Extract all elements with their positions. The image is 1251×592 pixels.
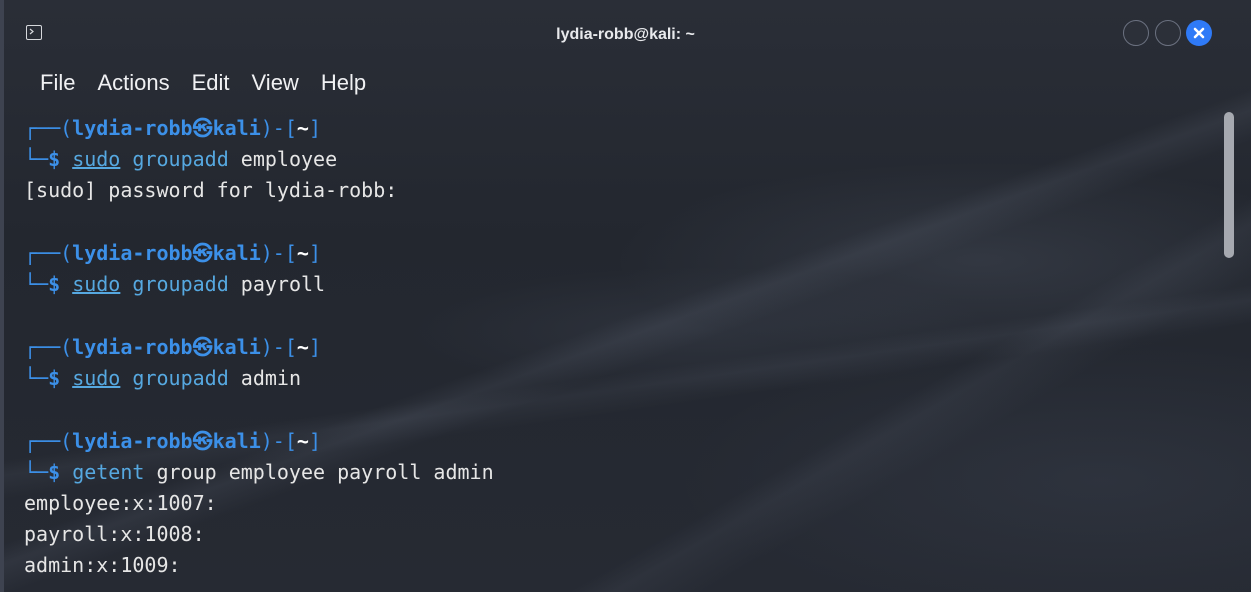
terminal-output[interactable]: ┌──(lydia-robb㉿kali)-[~] └─$ sudo groupad… (24, 113, 1204, 581)
prompt-frame: ] (308, 241, 321, 265)
prompt-line: ┌──(lydia-robb㉿kali)-[~] (24, 332, 1204, 363)
prompt-frame: ┌──( (24, 241, 73, 265)
command-args: admin (228, 366, 301, 390)
command-line: └─$ sudo groupadd employee (24, 144, 1204, 175)
prompt-at-symbol: ㉿ (192, 335, 213, 359)
prompt-host: kali (212, 116, 261, 140)
prompt-dollar: $ (48, 460, 61, 484)
prompt-directory: ~ (296, 335, 309, 359)
command-name: getent (72, 460, 145, 484)
prompt-frame: └─ (24, 272, 49, 296)
output-line: [sudo] password for lydia-robb: (24, 178, 398, 202)
prompt-line: ┌──(lydia-robb㉿kali)-[~] (24, 113, 1204, 144)
prompt-frame: └─ (24, 366, 49, 390)
prompt-frame: ] (308, 116, 321, 140)
maximize-button[interactable] (1155, 20, 1181, 46)
prompt-dollar: $ (48, 147, 61, 171)
terminal-window: lydia-robb@kali: ~ File Actions Edit Vie… (0, 0, 1251, 592)
prompt-frame: )-[ (260, 335, 297, 359)
prompt-frame: ┌──( (24, 429, 73, 453)
output-line: employee:x:1007: (24, 491, 217, 515)
prompt-host: kali (212, 335, 261, 359)
prompt-frame: )-[ (260, 241, 297, 265)
prompt-host: kali (212, 241, 261, 265)
prompt-frame: ┌──( (24, 335, 73, 359)
prompt-line: ┌──(lydia-robb㉿kali)-[~] (24, 426, 1204, 457)
menu-help[interactable]: Help (321, 68, 366, 98)
close-button[interactable] (1186, 20, 1212, 46)
prompt-frame: ] (308, 429, 321, 453)
prompt-directory: ~ (296, 241, 309, 265)
output-line: admin:x:1009: (24, 553, 181, 577)
output-line: payroll:x:1008: (24, 522, 205, 546)
command-sudo: sudo (72, 366, 121, 390)
menu-file[interactable]: File (40, 68, 75, 98)
prompt-directory: ~ (296, 429, 309, 453)
command-name: groupadd (132, 272, 229, 296)
prompt-frame: ┌──( (24, 116, 73, 140)
command-line: └─$ sudo groupadd payroll (24, 269, 1204, 300)
window-left-border (0, 0, 4, 592)
prompt-at-symbol: ㉿ (192, 429, 213, 453)
prompt-user: lydia-robb (72, 116, 193, 140)
command-sudo: sudo (72, 272, 121, 296)
command-name: groupadd (132, 147, 229, 171)
prompt-frame: )-[ (260, 116, 297, 140)
command-args: payroll (228, 272, 326, 296)
prompt-at-symbol: ㉿ (192, 241, 213, 265)
window-title: lydia-robb@kali: ~ (556, 26, 695, 43)
prompt-host: kali (212, 429, 261, 453)
menu-view[interactable]: View (252, 68, 299, 98)
prompt-frame: └─ (24, 460, 49, 484)
prompt-dollar: $ (48, 272, 61, 296)
prompt-frame: ] (308, 335, 321, 359)
prompt-user: lydia-robb (72, 429, 193, 453)
prompt-at-symbol: ㉿ (192, 116, 213, 140)
command-name: groupadd (132, 366, 229, 390)
command-sudo: sudo (72, 147, 121, 171)
scrollbar-thumb[interactable] (1224, 112, 1234, 258)
title-bar[interactable]: lydia-robb@kali: ~ (0, 0, 1251, 64)
command-args: group employee payroll admin (144, 460, 494, 484)
prompt-line: ┌──(lydia-robb㉿kali)-[~] (24, 238, 1204, 269)
menu-edit[interactable]: Edit (192, 68, 230, 98)
command-args: employee (228, 147, 338, 171)
menu-actions[interactable]: Actions (97, 68, 169, 98)
minimize-button[interactable] (1123, 20, 1149, 46)
command-line: └─$ getent group employee payroll admin (24, 457, 1204, 488)
prompt-user: lydia-robb (72, 241, 193, 265)
close-icon (1193, 27, 1205, 39)
menu-bar: File Actions Edit View Help (40, 68, 366, 98)
prompt-frame: └─ (24, 147, 49, 171)
prompt-directory: ~ (296, 116, 309, 140)
prompt-frame: )-[ (260, 429, 297, 453)
prompt-user: lydia-robb (72, 335, 193, 359)
command-line: └─$ sudo groupadd admin (24, 363, 1204, 394)
prompt-dollar: $ (48, 366, 61, 390)
